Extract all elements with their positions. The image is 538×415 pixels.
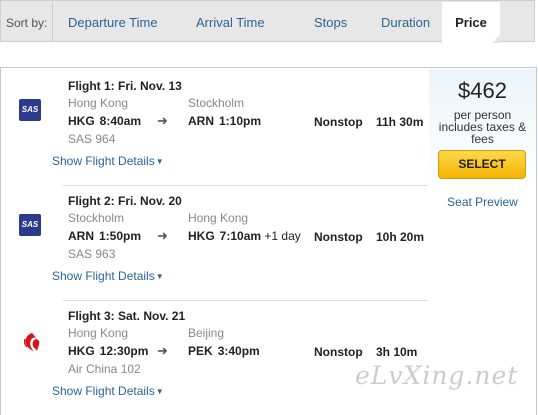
show-flight-details-link[interactable]: Show Flight Details▼: [52, 154, 164, 168]
flight-title: Flight 1: Fri. Nov. 13: [68, 79, 182, 93]
departure: ARN 1:50pm: [68, 229, 141, 243]
price-note-line: fees: [471, 132, 494, 146]
departure-time: 8:40am: [99, 114, 142, 128]
show-flight-details-label[interactable]: Show Flight Details: [52, 154, 155, 168]
departure: HKG 12:30pm: [68, 344, 148, 358]
air-china-phoenix-logo-icon: [21, 331, 43, 353]
sas-logo-icon: SAS: [19, 214, 41, 236]
flight-segment-3: Flight 3: Sat. Nov. 21 Hong Kong Beijing…: [1, 298, 429, 413]
price-note: per person includes taxes & fees: [429, 109, 536, 145]
right-arrow-icon: ➜: [157, 113, 168, 128]
stops-value: Nonstop: [314, 230, 363, 244]
chevron-down-icon[interactable]: ▼: [156, 387, 164, 396]
departure-time: 1:50pm: [99, 229, 142, 243]
sort-price[interactable]: Price: [442, 15, 500, 30]
right-arrow-icon: ➜: [157, 228, 168, 243]
sort-departure-time[interactable]: Departure Time: [68, 15, 158, 30]
arrival-airport-code: ARN: [188, 114, 214, 128]
departure: HKG 8:40am: [68, 114, 141, 128]
sort-stops[interactable]: Stops: [314, 15, 347, 30]
sas-logo-text: SAS: [21, 220, 39, 229]
chevron-down-icon[interactable]: ▼: [156, 272, 164, 281]
flight-segment-1: SAS Flight 1: Fri. Nov. 13 Hong Kong Sto…: [1, 68, 429, 183]
show-flight-details-label[interactable]: Show Flight Details: [52, 384, 155, 398]
chevron-down-icon[interactable]: ▼: [156, 157, 164, 166]
arrival-time: 7:10am: [219, 229, 262, 243]
sort-arrival-time[interactable]: Arrival Time: [196, 15, 265, 30]
flight-segment-2: SAS Flight 2: Fri. Nov. 20 Stockholm Hon…: [1, 183, 429, 298]
departure-time: 12:30pm: [99, 344, 149, 358]
sort-by-label: Sort by:: [6, 16, 48, 30]
flight-number: Air China 102: [68, 362, 141, 376]
origin-city: Hong Kong: [68, 96, 129, 110]
flight-title: Flight 2: Fri. Nov. 20: [68, 194, 182, 208]
duration-value: 10h 20m: [376, 230, 425, 244]
duration-value: 3h 10m: [376, 345, 418, 359]
show-flight-details-link[interactable]: Show Flight Details▼: [52, 269, 164, 283]
origin-city: Stockholm: [68, 211, 125, 225]
right-arrow-icon: ➜: [157, 343, 168, 358]
show-flight-details-link[interactable]: Show Flight Details▼: [52, 384, 164, 398]
departure-airport-code: HKG: [68, 344, 95, 358]
arrival: PEK 3:40pm: [188, 344, 260, 358]
active-tab-notch: [492, 34, 501, 43]
price-amount: $462: [458, 78, 507, 103]
duration-value: 11h 30m: [376, 115, 424, 129]
seat-preview-link[interactable]: Seat Preview: [429, 195, 536, 209]
stops-value: Nonstop: [314, 115, 363, 129]
show-flight-details-label[interactable]: Show Flight Details: [52, 269, 155, 283]
arrival-time: 3:40pm: [217, 344, 260, 358]
sas-logo-icon: SAS: [19, 99, 41, 121]
stops-value: Nonstop: [314, 345, 363, 359]
sort-bar: Sort by: Departure Time Arrival Time Sto…: [0, 0, 535, 43]
watermark: eLvXing.net: [355, 361, 519, 390]
departure-airport-code: HKG: [68, 114, 95, 128]
flight-title: Flight 3: Sat. Nov. 21: [68, 309, 186, 323]
sas-logo-text: SAS: [21, 105, 39, 114]
plus-day-indicator: +1 day: [264, 229, 301, 243]
arrival: ARN 1:10pm: [188, 114, 261, 128]
departure-airport-code: ARN: [68, 229, 94, 243]
destination-city: Stockholm: [188, 96, 245, 110]
destination-city: Hong Kong: [188, 211, 249, 225]
arrival-time: 1:10pm: [219, 114, 262, 128]
arrival-airport-code: HKG: [188, 229, 215, 243]
arrival-airport-code: PEK: [188, 344, 213, 358]
flight-number: SAS 964: [68, 132, 116, 146]
sort-price-tab[interactable]: Price: [442, 2, 501, 43]
sort-duration[interactable]: Duration: [381, 15, 430, 30]
flight-number: SAS 963: [68, 247, 116, 261]
origin-city: Hong Kong: [68, 326, 129, 340]
select-button[interactable]: SELECT: [438, 150, 526, 179]
arrival: HKG 7:10am +1 day: [188, 229, 301, 243]
destination-city: Beijing: [188, 326, 225, 340]
sort-divider: [52, 2, 53, 42]
